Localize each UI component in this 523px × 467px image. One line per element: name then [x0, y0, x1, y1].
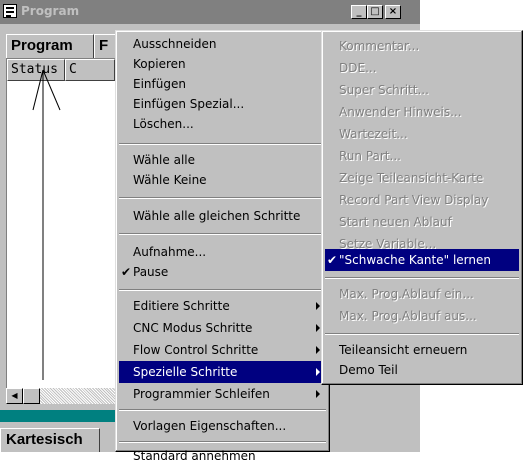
menu-item-label: Max. Prog.Ablauf ein... [339, 287, 474, 301]
menu-item-label: Aufnahme... [133, 245, 207, 259]
menu-item-label: Wähle alle [133, 153, 195, 167]
teal-strip [0, 410, 120, 422]
menu-separator [119, 143, 326, 145]
menu-item-vorlagen-eigenschaften[interactable]: Vorlagen Eigenschaften... [119, 415, 326, 437]
submenu-item-super-schritt[interactable]: Super Schritt... [325, 79, 519, 101]
menu-item-label: Wähle alle gleichen Schritte [133, 209, 301, 223]
menu-item-aufnahme[interactable]: Aufnahme... [119, 241, 326, 263]
menu-separator [325, 277, 519, 279]
menu-item-waehle-gleiche[interactable]: Wähle alle gleichen Schritte [119, 205, 326, 227]
menu-item-label: Standard annehmen [133, 449, 256, 463]
menu-item-label: Pause [133, 265, 169, 279]
submenu-item-teileansicht-erneuern[interactable]: Teileansicht erneuern [325, 339, 519, 361]
menu-item-label: Max. Prog.Ablauf aus... [339, 309, 477, 323]
checkmark-icon: ✔ [327, 253, 338, 267]
menu-item-label: Flow Control Schritte [133, 343, 259, 357]
submenu-arrow-icon [316, 302, 320, 310]
menu-item-cnc-modus[interactable]: CNC Modus Schritte [119, 317, 326, 339]
menu-item-loeschen[interactable]: Löschen... [119, 113, 326, 135]
submenu-arrow-icon [316, 346, 320, 354]
menu-separator [119, 441, 326, 443]
menu-item-label: Record Part View Display [339, 193, 489, 207]
menu-item-label: Wartezeit... [339, 127, 408, 141]
menu-item-label: Editiere Schritte [133, 299, 230, 313]
menu-item-programmier-schleifen[interactable]: Programmier Schleifen [119, 383, 326, 405]
menu-separator [119, 197, 326, 199]
menu-item-standard-annehmen[interactable]: Standard annehmen [119, 445, 326, 467]
menu-item-einfuegen-spezial[interactable]: Einfügen Spezial... [119, 93, 326, 115]
menu-item-label: Ausschneiden [133, 37, 217, 51]
menu-item-label: Run Part... [339, 149, 401, 163]
submenu-item-zeige-teileansicht[interactable]: Zeige Teileansicht-Karte [325, 167, 519, 189]
submenu-item-kommentar[interactable]: Kommentar... [325, 35, 519, 57]
menu-item-flow-control[interactable]: Flow Control Schritte [119, 339, 326, 361]
menu-item-waehle-keine[interactable]: Wähle Keine [119, 169, 326, 191]
menu-item-label: Einfügen [133, 77, 186, 91]
menu-item-kopieren[interactable]: Kopieren [119, 53, 326, 75]
menu-item-label: Vorlagen Eigenschaften... [133, 419, 287, 433]
menu-item-einfuegen[interactable]: Einfügen [119, 73, 326, 95]
submenu-arrow-icon [316, 324, 320, 332]
menu-item-label: Start neuen Ablauf [339, 215, 452, 229]
submenu-arrow-icon [316, 368, 320, 376]
menu-separator [119, 409, 326, 411]
close-button[interactable]: × [385, 5, 401, 19]
menu-item-label: Programmier Schleifen [133, 387, 270, 401]
menu-item-label: Zeige Teileansicht-Karte [339, 171, 484, 185]
submenu-item-dde[interactable]: DDE... [325, 57, 519, 79]
menu-item-label: Löschen... [133, 117, 194, 131]
submenu-item-anwender-hinweis[interactable]: Anwender Hinweis... [325, 101, 519, 123]
menu-separator [119, 289, 326, 291]
menu-item-label: Spezielle Schritte [133, 365, 238, 379]
menu-item-label: Teileansicht erneuern [339, 343, 468, 357]
submenu-item-max-ablauf-aus[interactable]: Max. Prog.Ablauf aus... [325, 305, 519, 327]
scroll-thumb[interactable] [23, 388, 40, 404]
menu-separator [325, 333, 519, 335]
menu-item-editiere-schritte[interactable]: Editiere Schritte [119, 295, 326, 317]
menu-item-label: Super Schritt... [339, 83, 429, 97]
minimize-button[interactable]: _ [351, 5, 367, 19]
submenu-item-demo-teil[interactable]: Demo Teil [325, 359, 519, 381]
menu-item-label: Kommentar... [339, 39, 420, 53]
minimize-icon: _ [356, 6, 362, 17]
tab-kartesisch[interactable]: Kartesisch [0, 428, 100, 452]
submenu-item-wartezeit[interactable]: Wartezeit... [325, 123, 519, 145]
menu-item-label: Einfügen Spezial... [133, 97, 245, 111]
menu-item-label: Anwender Hinweis... [339, 105, 462, 119]
menu-item-label: Wähle Keine [133, 173, 207, 187]
menu-item-label: Demo Teil [339, 363, 398, 377]
submenu-item-run-part[interactable]: Run Part... [325, 145, 519, 167]
submenu-arrow-icon [316, 390, 320, 398]
special-steps-submenu: Kommentar... DDE... Super Schritt... Anw… [321, 30, 523, 385]
menu-item-label: DDE... [339, 61, 377, 75]
menu-item-label: Kopieren [133, 57, 186, 71]
submenu-item-record-part-view[interactable]: Record Part View Display [325, 189, 519, 211]
menu-item-label: CNC Modus Schritte [133, 321, 253, 335]
menu-item-ausschneiden[interactable]: Ausschneiden [119, 33, 326, 55]
menu-item-spezielle-schritte[interactable]: Spezielle Schritte [119, 361, 326, 383]
menu-item-label: "Schwache Kante" lernen [339, 253, 491, 267]
edit-menu: Ausschneiden Kopieren Einfügen Einfügen … [115, 30, 330, 463]
submenu-item-max-ablauf-ein[interactable]: Max. Prog.Ablauf ein... [325, 283, 519, 305]
submenu-item-schwache-kante[interactable]: ✔ "Schwache Kante" lernen [325, 249, 519, 271]
menu-item-waehle-alle[interactable]: Wähle alle [119, 149, 326, 171]
submenu-item-start-neuen-ablauf[interactable]: Start neuen Ablauf [325, 211, 519, 233]
menu-separator [119, 233, 326, 235]
annotation-arrow [32, 69, 61, 380]
scroll-left-button[interactable]: ◀ [6, 388, 23, 404]
menu-item-pause[interactable]: ✔ Pause [119, 261, 326, 283]
maximize-icon: □ [370, 6, 380, 17]
close-icon: × [388, 6, 398, 17]
checkmark-icon: ✔ [121, 265, 132, 279]
maximize-button[interactable]: □ [367, 5, 383, 19]
scroll-left-icon: ◀ [11, 391, 18, 400]
